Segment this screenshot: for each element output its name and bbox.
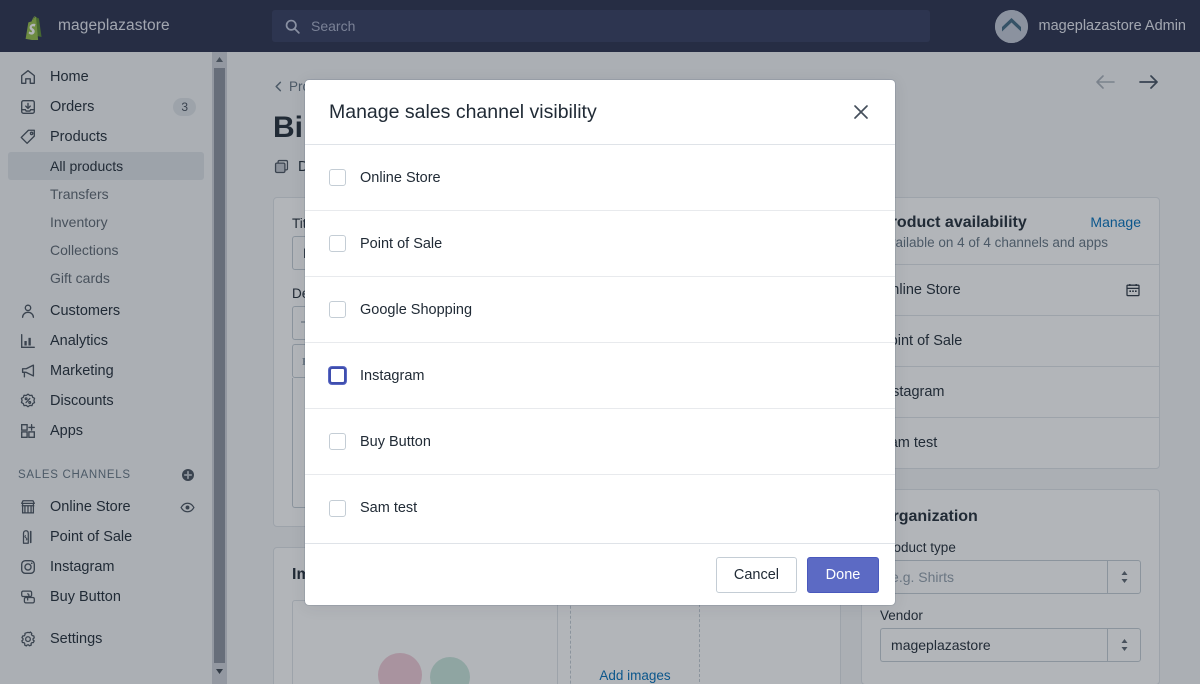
cancel-button[interactable]: Cancel: [715, 556, 797, 593]
close-icon[interactable]: [847, 98, 875, 126]
app-root: mageplazastore mageplazastore Admin: [0, 0, 1200, 684]
channel-label: Online Store: [360, 169, 441, 186]
checkbox-buy-button[interactable]: [329, 433, 346, 450]
channel-label: Google Shopping: [360, 301, 473, 318]
checkbox-sam-test[interactable]: [329, 499, 346, 517]
channel-row-buy-button[interactable]: Buy Button: [305, 409, 895, 475]
modal-title: Manage sales channel visibility: [329, 100, 597, 123]
channel-row-google-shopping[interactable]: Google Shopping: [305, 277, 895, 343]
channel-row-online-store[interactable]: Online Store: [305, 145, 895, 211]
channel-label: Instagram: [360, 367, 425, 384]
modal-body: Online Store Point of Sale Google Shoppi…: [305, 145, 895, 543]
done-button[interactable]: Done: [807, 556, 879, 593]
manage-sales-channel-visibility-modal: Manage sales channel visibility Online S…: [305, 80, 895, 605]
checkbox-instagram[interactable]: [329, 367, 346, 384]
channel-label: Sam test: [360, 500, 418, 516]
checkbox-google-shopping[interactable]: [329, 301, 346, 318]
channel-row-point-of-sale[interactable]: Point of Sale: [305, 211, 895, 277]
modal-footer: Cancel Done: [305, 543, 895, 605]
checkbox-online-store[interactable]: [329, 169, 346, 186]
modal-header: Manage sales channel visibility: [305, 80, 895, 145]
checkbox-point-of-sale[interactable]: [329, 235, 346, 252]
channel-label: Buy Button: [360, 433, 431, 450]
channel-row-sam-test[interactable]: Sam test: [305, 475, 895, 541]
channel-label: Point of Sale: [360, 235, 443, 252]
channel-row-instagram[interactable]: Instagram: [305, 343, 895, 409]
